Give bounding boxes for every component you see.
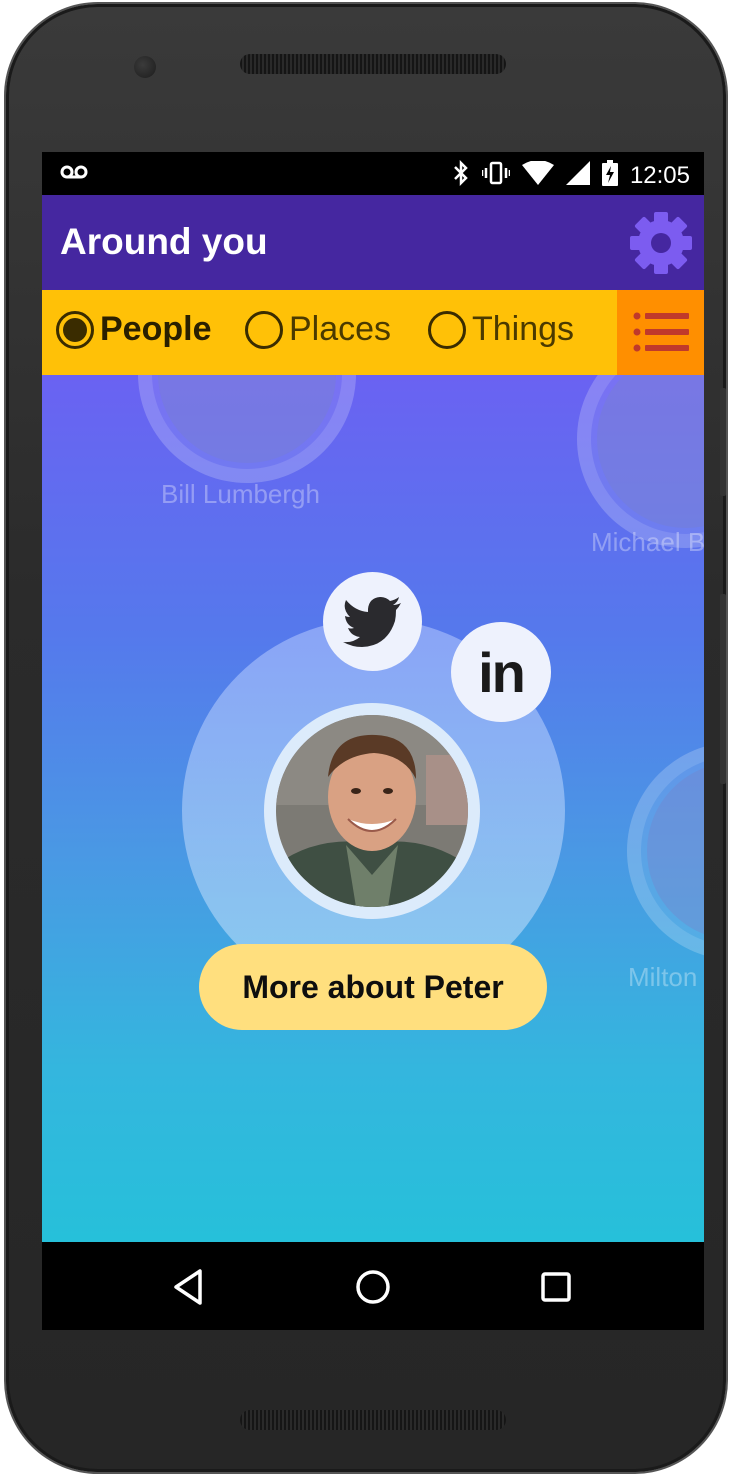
front-camera xyxy=(134,56,156,78)
avatar[interactable] xyxy=(276,715,468,907)
more-about-button[interactable]: More about Peter xyxy=(199,944,547,1030)
bottom-speaker xyxy=(240,1410,506,1430)
filter-label: People xyxy=(100,310,212,348)
radio-selected-icon xyxy=(56,310,94,349)
page-title: Around you xyxy=(60,221,268,262)
radio-icon xyxy=(428,310,466,349)
filter-label: Things xyxy=(472,310,575,348)
home-icon[interactable] xyxy=(351,1265,395,1309)
filter-things[interactable]: Things xyxy=(428,310,574,349)
twitter-icon xyxy=(342,596,401,647)
nearby-person-name: Bill Lumbergh xyxy=(161,479,320,509)
recents-icon[interactable] xyxy=(534,1265,578,1309)
nearby-person-avatar[interactable] xyxy=(577,375,704,548)
nearby-person-name: Milton xyxy=(628,962,698,992)
vibrate-icon xyxy=(481,160,511,191)
battery-charging-icon xyxy=(601,160,618,191)
filter-people[interactable]: People xyxy=(56,310,211,349)
linkedin-button[interactable]: in xyxy=(451,622,551,722)
wifi-icon xyxy=(521,160,554,190)
nearby-person-avatar[interactable] xyxy=(627,742,704,960)
screen: 12:05 Around you People Places Things Bi… xyxy=(42,152,704,1330)
filter-label: Places xyxy=(289,310,392,348)
status-bar: 12:05 xyxy=(42,152,704,195)
nearby-person-name: Michael B xyxy=(591,527,704,557)
back-icon[interactable] xyxy=(168,1265,212,1309)
gear-icon[interactable] xyxy=(628,210,694,276)
twitter-button[interactable] xyxy=(323,572,422,671)
list-icon xyxy=(633,312,689,352)
navigation-bar xyxy=(42,1242,704,1330)
nearby-person-avatar[interactable] xyxy=(138,375,356,483)
linkedin-icon: in xyxy=(478,640,526,704)
filter-bar: People Places Things xyxy=(42,290,704,375)
list-view-button[interactable] xyxy=(617,290,704,375)
signal-icon xyxy=(565,161,590,190)
power-button xyxy=(720,594,726,784)
app-bar: Around you xyxy=(42,195,704,290)
top-speaker xyxy=(240,54,506,74)
status-time: 12:05 xyxy=(629,161,690,189)
people-map: Bill Lumbergh Michael B Milton in More a… xyxy=(42,375,704,1242)
bluetooth-icon xyxy=(452,159,470,191)
filter-places[interactable]: Places xyxy=(245,310,391,349)
volume-button xyxy=(720,388,726,496)
more-about-label: More about Peter xyxy=(242,968,504,1005)
radio-icon xyxy=(245,310,283,349)
phone-frame: 12:05 Around you People Places Things Bi… xyxy=(6,4,726,1472)
voicemail-icon xyxy=(60,162,88,187)
